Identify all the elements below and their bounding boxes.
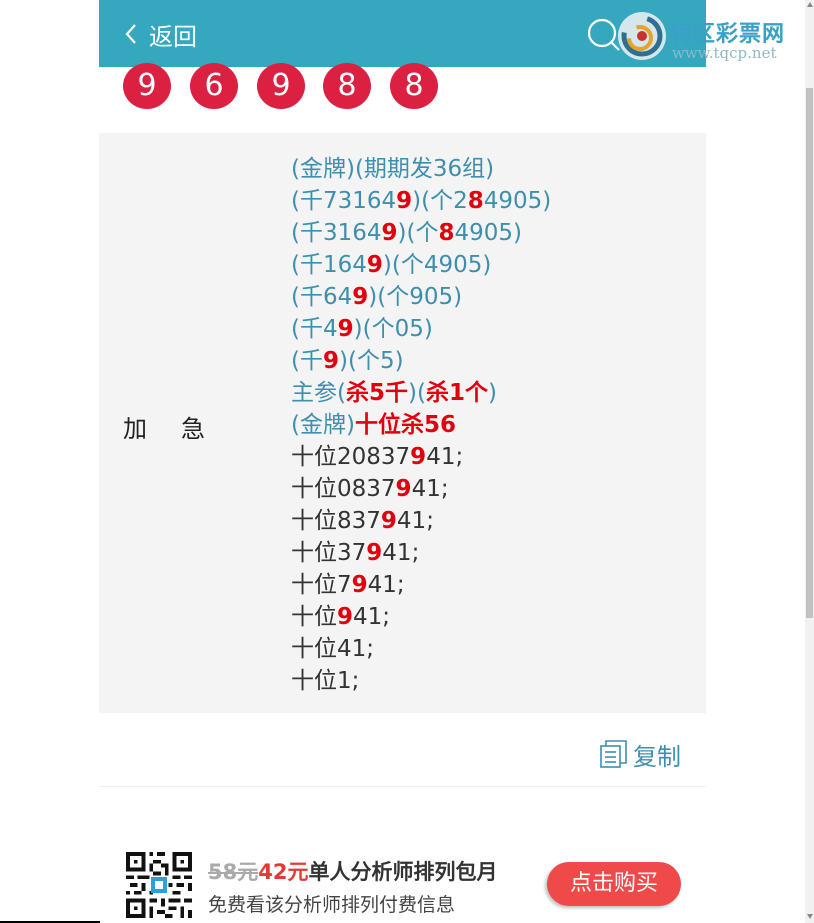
highlight-text: 9 [337,316,354,342]
line-text: 4905) [483,188,552,214]
copy-button[interactable]: 复制 [599,738,681,771]
prediction-line: (金牌)(期期发36组) [291,153,551,185]
highlight-text: 9 [337,604,354,630]
copy-label: 复制 [633,742,681,771]
highlight-text: 9 [396,188,413,214]
prediction-line: 十位37941; [291,537,551,569]
scrollbar-thumb[interactable] [806,88,813,618]
line-text: 主参( [291,380,346,406]
line-text: (金牌)(期期发36组) [291,156,495,182]
panel-label: 加急 [123,415,239,443]
line-text: (千164 [291,252,367,278]
back-label: 返回 [149,22,197,51]
site-logo: 特区彩票网 www.tqcp.net [612,6,812,66]
line-text: (千 [291,348,323,374]
line-text: 十位7 [291,572,352,598]
scroll-up-icon[interactable] [807,2,813,7]
highlight-text: 8 [467,188,484,214]
line-text: )(个4905) [382,252,492,278]
new-price: 42元 [258,860,309,884]
prediction-line: (千9)(个5) [291,345,551,377]
logo-swirl-icon [618,12,666,60]
back-button[interactable]: 返回 [123,16,197,52]
prediction-line: 十位41; [291,633,551,665]
line-text: 十位1; [291,668,360,694]
lottery-ball: 6 [190,63,238,109]
highlight-text: 9 [366,252,383,278]
highlight-text: 9 [380,508,397,534]
prediction-panel: 加急 (金牌)(期期发36组) (千731649)(个284905) (千31649… [99,133,706,713]
scroll-down-icon[interactable] [807,914,813,919]
logo-url: www.tqcp.net [672,44,777,62]
prediction-line: 主参(杀5千)(杀1个) [291,377,551,409]
line-text: (千4 [291,316,338,342]
line-text: 十位20837 [291,444,411,470]
prediction-line: (千1649)(个4905) [291,249,551,281]
highlight-text: 9 [352,284,369,310]
prediction-line: (千49)(个05) [291,313,551,345]
lottery-ball: 8 [390,63,438,109]
prediction-line: (千649)(个905) [291,281,551,313]
line-text: 十位0837 [291,476,396,502]
line-text: (千73164 [291,188,397,214]
line-text: 十位37 [291,540,367,566]
prediction-line: (金牌)十位杀56 [291,409,551,441]
highlight-text: 9 [322,348,339,374]
prediction-lines: (金牌)(期期发36组) (千731649)(个284905) (千31649)(个… [291,153,551,697]
line-text: )(个5) [339,348,404,374]
prediction-line: 十位7941; [291,569,551,601]
line-text: )( [408,380,426,406]
old-price: 58元 [208,860,259,884]
highlight-text: 9 [381,220,398,246]
copy-document-icon [600,740,627,768]
promo-title: 58元42元单人分析师排列包月 [208,856,497,886]
lottery-ball: 9 [257,63,305,109]
prediction-line: 十位837941; [291,505,551,537]
highlight-text: 十位杀56 [354,412,456,438]
line-text: 41; [426,444,464,470]
divider [99,786,706,787]
promo-banner: 58元42元单人分析师排列包月 免费看该分析师排列付费信息 点击购买 [125,852,685,918]
line-text: 41; [396,508,434,534]
promo-subtitle: 免费看该分析师排列付费信息 [208,894,456,916]
highlight-text: 杀1个 [425,380,488,406]
line-text: 41; [367,572,405,598]
line-text: 4905) [454,220,523,246]
lottery-ball: 8 [323,63,371,109]
line-text: )(个905) [368,284,463,310]
highlight-text: 杀5千 [345,380,408,406]
highlight-text: 9 [351,572,368,598]
highlight-text: 9 [366,540,383,566]
scrollbar[interactable] [805,0,814,923]
chevron-left-icon [125,24,136,44]
line-text: 十位41; [291,636,375,662]
line-text: )(个 [397,220,439,246]
prediction-line: 十位941; [291,601,551,633]
prediction-line: 十位20837941; [291,441,551,473]
highlight-text: 8 [438,220,455,246]
line-text: (金牌) [291,412,355,438]
line-text: (千64 [291,284,353,310]
line-text: 41; [353,604,391,630]
prediction-line: 十位0837941; [291,473,551,505]
line-text: ) [487,380,497,406]
buy-button[interactable]: 点击购买 [547,862,681,906]
highlight-text: 9 [410,444,427,470]
qr-code-icon [126,852,192,918]
highlight-text: 9 [395,476,412,502]
promo-title-text: 单人分析师排列包月 [308,860,498,884]
line-text: )(个2 [412,188,468,214]
line-text: 41; [382,540,420,566]
prediction-line: (千731649)(个284905) [291,185,551,217]
line-text: 十位 [291,604,337,630]
line-text: )(个05) [353,316,433,342]
prediction-line: 十位1; [291,665,551,697]
line-text: 十位837 [291,508,381,534]
prediction-line: (千31649)(个84905) [291,217,551,249]
line-text: 41; [411,476,449,502]
line-text: (千3164 [291,220,382,246]
lottery-ball: 9 [123,63,171,109]
